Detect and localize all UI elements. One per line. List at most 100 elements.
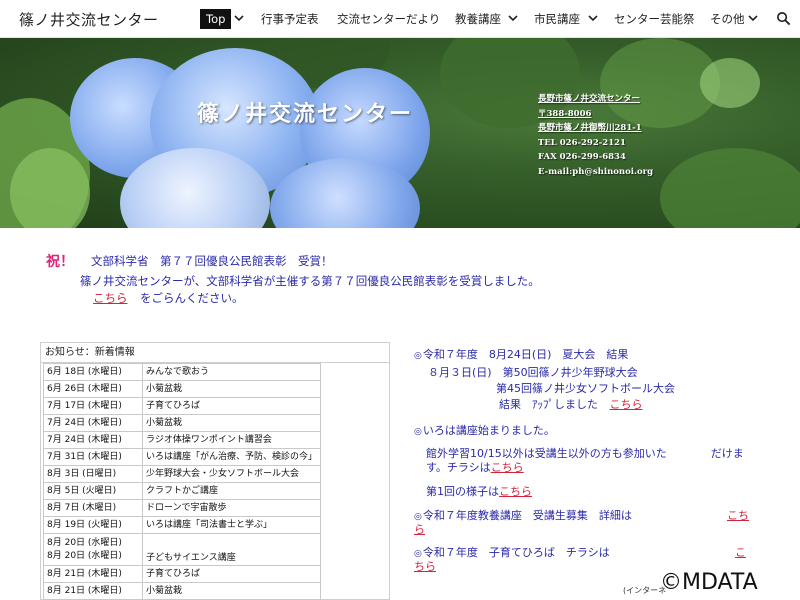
contact-name: 長野市篠ノ井交流センター bbox=[538, 94, 641, 104]
first-session-link[interactable]: こちら bbox=[499, 485, 532, 498]
course-details-link[interactable]: こち bbox=[727, 509, 749, 523]
bullet-mark: ◎ bbox=[414, 351, 422, 361]
table-row[interactable]: 8月 20日 (水曜日) 8月 20日 (水曜日) 子どもサイエンス講座 bbox=[43, 533, 322, 566]
flyer-link[interactable]: こちら bbox=[491, 461, 524, 474]
news-event[interactable]: 小菊盆栽 bbox=[141, 414, 322, 432]
news-item-line: 結果 ｱｯﾌﾟしました こちら bbox=[499, 398, 643, 412]
search-icon[interactable] bbox=[776, 11, 791, 26]
childcare-flyer-link-cont[interactable]: ちら bbox=[414, 560, 436, 574]
news-item-line: 第45回篠ノ井少女ソフトボール大会 bbox=[496, 382, 675, 395]
nav-top[interactable]: Top bbox=[200, 9, 232, 29]
news-event[interactable]: 小菊盆栽 bbox=[141, 380, 322, 398]
nav-citizen-courses[interactable]: 市民講座 bbox=[534, 9, 580, 29]
news-item-title: 令和７年度 子育てひろば チラシは bbox=[422, 546, 610, 559]
news-event[interactable]: 子育てひろば bbox=[141, 565, 322, 583]
news-item-childcare: ◎令和７年度 子育てひろば チラシは bbox=[414, 546, 610, 561]
nav-culture-courses[interactable]: 教養講座 bbox=[455, 9, 501, 29]
announcement-link[interactable]: こちら bbox=[93, 290, 128, 306]
news-date: 7月 24日 (木曜日) bbox=[43, 414, 143, 432]
news-panel: お知らせ：新着情報 6月 18日 (水曜日) みんなで歌おう 6月 26日 (木曜… bbox=[40, 342, 390, 600]
news-item-text: 結果 ｱｯﾌﾟしました bbox=[499, 398, 598, 411]
news-date: 8月 3日 (日曜日) bbox=[43, 465, 143, 483]
chevron-down-icon[interactable] bbox=[746, 11, 760, 25]
bullet-mark: ◎ bbox=[414, 427, 422, 437]
table-row[interactable]: 8月 21日 (木曜日) 子育てひろば bbox=[43, 565, 322, 583]
table-row[interactable]: 6月 18日 (水曜日) みんなで歌おう bbox=[43, 363, 322, 381]
news-item-line: す。チラシはこちら bbox=[426, 461, 524, 475]
news-item-title: 令和７年度教養講座 受講生募集 詳細は bbox=[422, 509, 632, 522]
news-event[interactable]: クラフトかご講座 bbox=[141, 482, 322, 500]
table-row[interactable]: 7月 17日 (木曜日) 子育てひろば bbox=[43, 397, 322, 415]
news-event[interactable]: いろは講座「がん治療、予防、検診の今」 bbox=[141, 448, 322, 466]
news-date: 8月 21日 (木曜日) bbox=[43, 582, 143, 600]
contact-email: E-mail:ph@shinonoi.org bbox=[538, 166, 654, 177]
news-title: お知らせ：新着情報 bbox=[41, 343, 389, 363]
bullet-mark: ◎ bbox=[414, 549, 422, 559]
news-date: 7月 24日 (木曜日) bbox=[43, 431, 143, 449]
news-table: 6月 18日 (水曜日) みんなで歌おう 6月 26日 (木曜日) 小菊盆栽 7月 … bbox=[43, 363, 322, 600]
news-item-line: ８月３日(日) 第50回篠ノ井少年野球大会 bbox=[428, 366, 638, 379]
results-link[interactable]: こちら bbox=[610, 398, 643, 411]
news-event[interactable]: ラジオ体操ワンポイント講習会 bbox=[141, 431, 322, 449]
childcare-flyer-link[interactable]: こ bbox=[735, 546, 746, 560]
table-row[interactable]: 7月 24日 (木曜日) 小菊盆栽 bbox=[43, 414, 322, 432]
contact-address: 長野市篠ノ井御幣川281-1 bbox=[538, 123, 642, 134]
news-item-line: 第1回の様子はこちら bbox=[426, 485, 532, 499]
hero-banner: 篠ノ井交流センター 長野市篠ノ井交流センター 〒388-8006 長野市篠ノ井御… bbox=[0, 38, 800, 228]
table-row[interactable]: 8月 3日 (日曜日) 少年野球大会・少女ソフトボール大会 bbox=[43, 465, 322, 483]
news-event[interactable]: いろは講座「司法書士と学ぶ」 bbox=[141, 516, 322, 534]
table-row[interactable]: 8月 21日 (木曜日) 小菊盆栽 bbox=[43, 582, 322, 600]
news-item-text: す。チラシは bbox=[426, 461, 491, 474]
news-event[interactable]: ドローンで宇宙散歩 bbox=[141, 499, 322, 517]
news-item-title: 令和７年度 8月24日(日) 夏大会 結果 bbox=[422, 348, 629, 361]
news-date: 8月 19日 (火曜日) bbox=[43, 516, 143, 534]
contact-tel: TEL 026-292-2121 bbox=[538, 137, 626, 148]
news-item-baseball: ◎令和７年度 8月24日(日) 夏大会 結果 bbox=[414, 348, 628, 363]
announcement-tail: をごらんください。 bbox=[140, 291, 244, 305]
news-date: 8月 7日 (木曜日) bbox=[43, 499, 143, 517]
news-item-title: いろは講座始まりました。 bbox=[422, 424, 555, 437]
chevron-down-icon[interactable] bbox=[506, 11, 520, 25]
news-date: 7月 17日 (木曜日) bbox=[43, 397, 143, 415]
nav-schedule[interactable]: 行事予定表 bbox=[261, 9, 319, 29]
news-date: 6月 18日 (水曜日) bbox=[43, 363, 143, 381]
contact-info: 長野市篠ノ井交流センター 〒388-8006 長野市篠ノ井御幣川281-1 TE… bbox=[538, 92, 678, 180]
contact-postal: 〒388-8006 bbox=[538, 108, 592, 119]
announcement-headline: 文部科学省 第７７回優良公民館表彰 受賞！ bbox=[91, 254, 333, 268]
top-navigation-bar: 篠ノ井交流センター Top 行事予定表 交流センターだより 教養講座 市民講座 … bbox=[0, 0, 800, 38]
news-event[interactable]: 小菊盆栽 bbox=[141, 582, 322, 600]
table-row[interactable]: 8月 5日 (火曜日) クラフトかご講座 bbox=[43, 482, 322, 500]
news-event[interactable]: 子どもサイエンス講座 bbox=[141, 533, 322, 566]
table-row[interactable]: 8月 19日 (火曜日) いろは講座「司法書士と学ぶ」 bbox=[43, 516, 322, 534]
table-row[interactable]: 7月 31日 (木曜日) いろは講座「がん治療、予防、検診の今」 bbox=[43, 448, 322, 466]
news-date: 8月 5日 (火曜日) bbox=[43, 482, 143, 500]
watermark: ©MDATA bbox=[660, 570, 758, 595]
table-row[interactable]: 7月 24日 (木曜日) ラジオ体操ワンポイント講習会 bbox=[43, 431, 322, 449]
news-item-culture-course: ◎令和７年度教養講座 受講生募集 詳細は bbox=[414, 509, 632, 524]
nav-other[interactable]: その他 bbox=[710, 9, 745, 29]
nav-newsletter[interactable]: 交流センターだより bbox=[337, 9, 440, 29]
announcement-lead: 祝！ bbox=[46, 254, 74, 270]
news-date: 8月 20日 (水曜日) 8月 20日 (水曜日) bbox=[43, 533, 143, 566]
hero-title: 篠ノ井交流センター bbox=[197, 101, 414, 127]
news-item-text: 第1回の様子は bbox=[426, 485, 499, 498]
course-details-link-cont[interactable]: ら bbox=[414, 523, 425, 537]
chevron-down-icon[interactable] bbox=[232, 11, 246, 25]
chevron-down-icon[interactable] bbox=[586, 11, 600, 25]
announcement-body: 篠ノ井交流センターが、文部科学省が主催する第７７回優良公民館表彰を受賞しました。 bbox=[80, 274, 540, 288]
contact-fax: FAX 026-299-6834 bbox=[538, 152, 626, 163]
news-event[interactable]: 少年野球大会・少女ソフトボール大会 bbox=[141, 465, 322, 483]
news-date: 7月 31日 (木曜日) bbox=[43, 448, 143, 466]
table-row[interactable]: 6月 26日 (木曜日) 小菊盆栽 bbox=[43, 380, 322, 398]
news-date: 8月 21日 (木曜日) bbox=[43, 565, 143, 583]
bullet-mark: ◎ bbox=[414, 512, 422, 522]
news-date-end: 8月 20日 (水曜日) bbox=[47, 550, 122, 561]
news-event[interactable]: 子育てひろば bbox=[141, 397, 322, 415]
news-item-iroha: ◎いろは講座始まりました。 bbox=[414, 424, 555, 439]
news-item-line: 館外学習10/15以外は受講生以外の方も参加いた だけま bbox=[426, 447, 744, 460]
news-date: 6月 26日 (木曜日) bbox=[43, 380, 143, 398]
site-title[interactable]: 篠ノ井交流センター bbox=[19, 9, 159, 30]
news-event[interactable]: みんなで歌おう bbox=[141, 363, 322, 381]
nav-arts-festival[interactable]: センター芸能祭 bbox=[614, 9, 695, 29]
table-row[interactable]: 8月 7日 (木曜日) ドローンで宇宙散歩 bbox=[43, 499, 322, 517]
